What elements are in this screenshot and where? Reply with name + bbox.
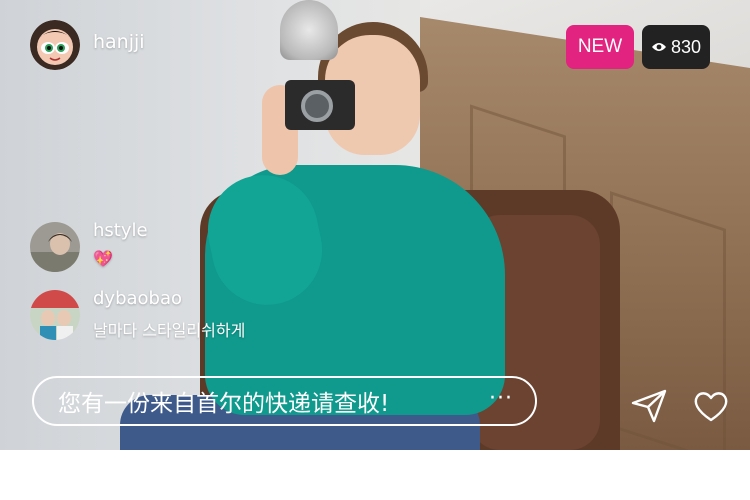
eye-icon (651, 37, 667, 58)
more-options-icon[interactable]: ··· (489, 386, 513, 411)
comment-text: 날마다 스타일리쉬하게 (93, 321, 246, 340)
comment-item: dybaobao 날마다 스타일리쉬하게 (30, 288, 246, 341)
comment-username[interactable]: dybaobao (93, 288, 245, 309)
chat-message: 您有一份来自首尔的快递请查收! (58, 391, 390, 417)
heart-icon[interactable] (692, 388, 730, 424)
live-video-stage[interactable]: hanjji NEW 830 hstyle 💖 dybaobao 날마다 스타일… (0, 0, 750, 450)
user-photo-avatar-icon[interactable] (30, 222, 80, 272)
comment-username[interactable]: hstyle (93, 220, 148, 241)
host-name[interactable]: hanjji (93, 31, 145, 53)
views-count: 830 (670, 36, 702, 57)
new-badge: NEW (566, 25, 634, 69)
powerpuff-avatar-icon[interactable] (30, 20, 80, 70)
camera (285, 80, 355, 130)
send-icon[interactable] (630, 388, 668, 424)
comment-item: hstyle 💖 (30, 220, 148, 272)
views-badge: 830 (642, 25, 710, 69)
host-info[interactable]: hanjji (30, 20, 145, 70)
user-photo-avatar-icon[interactable] (30, 290, 80, 340)
comment-text: 💖 (93, 249, 113, 268)
top-badges: NEW 830 (566, 25, 710, 69)
chat-input-bar[interactable]: 您有一份来自首尔的快递请查收! ··· (32, 376, 537, 426)
camera-flash (280, 0, 338, 60)
